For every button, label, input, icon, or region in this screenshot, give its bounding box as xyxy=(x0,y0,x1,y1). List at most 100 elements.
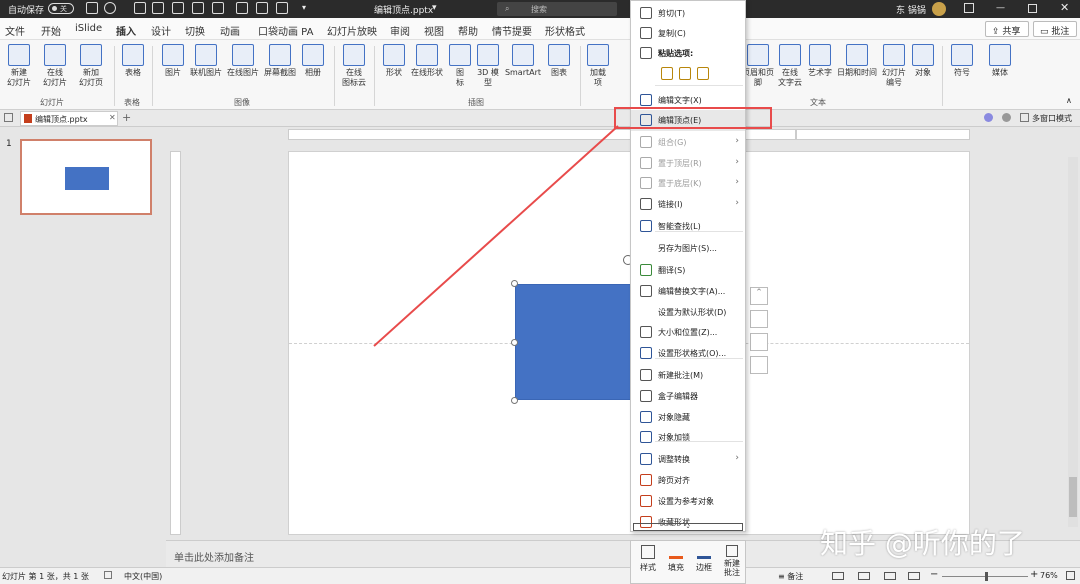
context-menu-label: 编辑替换文字(A)... xyxy=(658,287,726,296)
fit-to-window-icon[interactable] xyxy=(1066,571,1075,580)
pen-icon xyxy=(697,545,711,559)
context-menu-item[interactable]: 对象加锁 xyxy=(631,427,745,448)
zoom-level[interactable]: 76% xyxy=(1040,571,1058,580)
context-menu-item[interactable]: 剪切(T) xyxy=(631,3,745,24)
slide-sorter-icon[interactable] xyxy=(858,572,870,580)
context-menu-label: 翻译(S) xyxy=(658,266,686,275)
comment-icon xyxy=(726,545,738,557)
hide-object-icon xyxy=(640,411,652,423)
context-menu-label: 设置为默认形状(D) xyxy=(658,308,727,317)
context-menu-item[interactable]: 设置形状格式(O)... xyxy=(631,343,745,364)
outline-button[interactable]: 边框 xyxy=(693,545,715,573)
context-menu-label: 盒子编辑器 xyxy=(658,392,698,401)
highlight-box xyxy=(614,107,772,129)
context-menu-item[interactable]: 编辑替换文字(A)... xyxy=(631,281,745,302)
context-menu-item[interactable]: 复制(C) xyxy=(631,23,745,44)
paste-option-2-icon[interactable] xyxy=(679,67,691,80)
watermark: 知乎 @听你的了 xyxy=(820,527,1025,560)
context-menu-item: 置于顶层(R) › xyxy=(631,153,745,174)
context-menu-label: 剪切(T) xyxy=(658,9,686,18)
alt-text-icon xyxy=(640,285,652,297)
submenu-arrow-icon: › xyxy=(735,198,739,208)
paste-icon xyxy=(640,47,652,59)
send-back-icon xyxy=(640,177,652,189)
fill-button[interactable]: 填充 xyxy=(665,545,687,573)
menu-scroll-down-icon[interactable]: ⌄ xyxy=(633,523,743,531)
context-menu-item[interactable]: 新建批注(M) xyxy=(631,365,745,386)
language-status[interactable]: 中文(中国) xyxy=(124,571,162,582)
context-menu-item[interactable]: 对象隐藏 xyxy=(631,407,745,428)
zoom-slider-thumb[interactable] xyxy=(985,572,988,581)
context-menu-label: 调整转换 xyxy=(658,455,690,464)
style-button[interactable]: 样式 xyxy=(637,545,659,573)
context-menu-label: 跨页对齐 xyxy=(658,476,690,485)
convert-icon xyxy=(640,453,652,465)
context-menu-label: 另存为图片(S)... xyxy=(658,244,717,253)
align-pages-icon xyxy=(640,474,652,486)
context-menu-item: 置于底层(K) › xyxy=(631,173,745,194)
scissors-icon xyxy=(640,7,652,19)
context-menu-label: 编辑文字(X) xyxy=(658,96,702,105)
smart-lookup-icon xyxy=(640,220,652,232)
context-menu-label: 粘贴选项: xyxy=(658,49,694,58)
paste-option-1-icon[interactable] xyxy=(661,67,673,80)
submenu-arrow-icon: › xyxy=(735,453,739,463)
fill-bucket-icon xyxy=(669,545,683,559)
submenu-arrow-icon: › xyxy=(735,157,739,167)
lock-object-icon xyxy=(640,431,652,443)
context-menu-item[interactable]: 粘贴选项: xyxy=(631,43,745,64)
notes-button[interactable]: ≡ 备注 xyxy=(778,571,803,582)
paste-option-3-icon[interactable] xyxy=(697,67,709,80)
context-menu-item: 组合(G) › xyxy=(631,132,745,153)
slideshow-icon[interactable] xyxy=(908,572,920,580)
context-menu-label: 对象隐藏 xyxy=(658,413,690,422)
menu-separator xyxy=(655,231,743,232)
context-menu-item[interactable]: 链接(I) › xyxy=(631,194,745,215)
mini-toolbar: 样式 填充 边框 新建 批注 xyxy=(630,540,746,584)
context-menu-label: 置于底层(K) xyxy=(658,179,702,188)
zoom-in-icon[interactable]: + xyxy=(1030,569,1038,580)
submenu-arrow-icon: › xyxy=(735,177,739,187)
new-comment-label: 新建 批注 xyxy=(724,559,740,577)
annotation-overlay xyxy=(373,125,619,347)
text-edit-icon xyxy=(640,94,652,106)
new-comment-button[interactable]: 新建 批注 xyxy=(721,545,743,577)
context-menu-item[interactable]: 大小和位置(Z)... xyxy=(631,322,745,343)
bring-front-icon xyxy=(640,157,652,169)
translate-icon xyxy=(640,264,652,276)
reading-view-icon[interactable] xyxy=(884,572,896,580)
context-menu-label: 组合(G) xyxy=(658,138,687,147)
menu-separator xyxy=(655,358,743,359)
copy-icon xyxy=(640,27,652,39)
spellcheck-icon[interactable] xyxy=(104,571,112,579)
context-menu-item[interactable]: 翻译(S) xyxy=(631,260,745,281)
context-menu-item[interactable]: 设置为默认形状(D) xyxy=(631,302,745,323)
size-position-icon xyxy=(640,326,652,338)
notes-icon: ≡ xyxy=(778,572,788,581)
notes-placeholder: 单击此处添加备注 xyxy=(174,553,254,564)
link-icon xyxy=(640,198,652,210)
new-comment-icon xyxy=(640,369,652,381)
zoom-out-icon[interactable]: − xyxy=(930,569,938,580)
menu-separator xyxy=(655,85,743,86)
context-menu-item[interactable]: 智能查找(L) xyxy=(631,216,745,237)
reference-icon xyxy=(640,495,652,507)
slide-count: 幻灯片 第 1 张，共 1 张 xyxy=(2,572,89,581)
context-menu-item[interactable]: 设置为参考对象 xyxy=(631,491,745,512)
context-menu-label: 复制(C) xyxy=(658,29,686,38)
context-menu-item[interactable]: 调整转换 › xyxy=(631,449,745,470)
outline-label: 边框 xyxy=(696,563,712,572)
context-menu-item[interactable]: 跨页对齐 xyxy=(631,470,745,491)
format-shape-icon xyxy=(640,347,652,359)
style-label: 样式 xyxy=(640,563,656,572)
context-menu: 剪切(T) 复制(C) 粘贴选项: 编辑文字(X) 编辑顶点(E) 组合(G) › 置于顶层(… xyxy=(630,0,746,532)
group-icon xyxy=(640,136,652,148)
box-editor-icon xyxy=(640,390,652,402)
submenu-arrow-icon: › xyxy=(735,136,739,146)
fill-label: 填充 xyxy=(668,563,684,572)
context-menu-label: 置于顶层(R) xyxy=(658,159,702,168)
normal-view-icon[interactable] xyxy=(832,572,844,580)
context-menu-item[interactable]: 盒子编辑器 xyxy=(631,386,745,407)
style-icon xyxy=(641,545,655,559)
context-menu-item[interactable]: 另存为图片(S)... xyxy=(631,238,745,259)
